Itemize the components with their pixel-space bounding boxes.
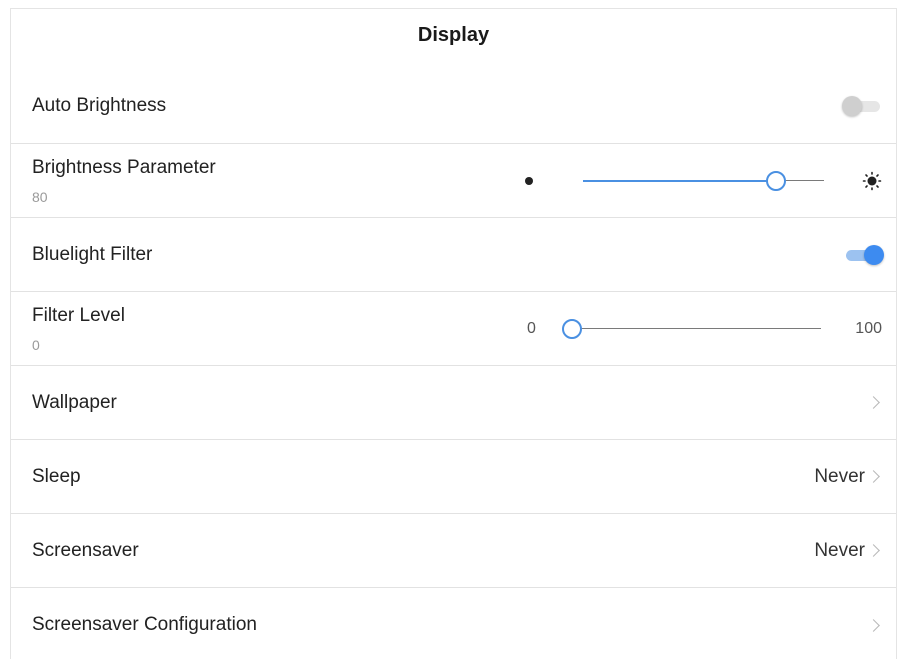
chevron-right-icon	[867, 470, 880, 483]
wallpaper-row[interactable]: Wallpaper	[11, 366, 896, 440]
filter-level-value: 0	[32, 336, 40, 353]
bluelight-filter-toggle[interactable]	[842, 244, 884, 265]
screensaver-configuration-right	[865, 618, 882, 632]
brightness-slider[interactable]	[582, 170, 824, 191]
bluelight-filter-row[interactable]: Bluelight Filter	[11, 218, 896, 292]
display-settings-panel: Display Auto Brightness Brightness Param…	[10, 8, 897, 659]
filter-level-slider-area: 0 100	[507, 292, 882, 365]
sleep-label: Sleep	[32, 465, 81, 487]
screensaver-row[interactable]: Screensaver Never	[11, 514, 896, 588]
sleep-value: Never	[814, 465, 865, 487]
filter-level-row: Filter Level 0 0 100	[11, 292, 896, 366]
chevron-right-icon	[867, 544, 880, 557]
toggle-knob[interactable]	[864, 244, 884, 265]
brightness-low-icon	[525, 176, 533, 185]
page-title: Display	[417, 23, 490, 46]
screensaver-right: Never	[814, 540, 882, 562]
toggle-knob[interactable]	[842, 96, 862, 116]
chevron-right-icon	[867, 396, 880, 409]
brightness-value: 80	[32, 188, 48, 205]
filter-level-slider[interactable]	[561, 318, 822, 339]
header: Display	[11, 9, 896, 69]
wallpaper-label: Wallpaper	[32, 391, 117, 413]
bluelight-filter-label: Bluelight Filter	[32, 243, 153, 265]
slider-thumb[interactable]	[765, 170, 786, 191]
auto-brightness-row[interactable]: Auto Brightness	[11, 69, 896, 144]
auto-brightness-label: Auto Brightness	[32, 95, 167, 116]
brightness-parameter-label: Brightness Parameter	[32, 156, 216, 178]
screensaver-label: Screensaver	[32, 539, 139, 561]
wallpaper-right	[865, 396, 882, 409]
slider-track	[571, 327, 822, 329]
screensaver-configuration-row[interactable]: Screensaver Configuration	[11, 588, 896, 662]
brightness-label-stack: Brightness Parameter 80	[32, 157, 216, 205]
screensaver-configuration-label: Screensaver Configuration	[32, 614, 257, 635]
sleep-right: Never	[814, 466, 882, 488]
chevron-right-icon	[867, 618, 880, 632]
screensaver-value: Never	[814, 539, 865, 561]
slider-fill	[582, 179, 776, 182]
filter-level-label-stack: Filter Level 0	[32, 305, 125, 353]
brightness-parameter-row: Brightness Parameter 80	[11, 144, 896, 218]
filter-min-label: 0	[527, 319, 536, 337]
sleep-row[interactable]: Sleep Never	[11, 440, 896, 514]
auto-brightness-toggle[interactable]	[842, 96, 882, 116]
filter-level-label: Filter Level	[32, 304, 125, 326]
slider-thumb[interactable]	[561, 318, 582, 339]
filter-max-label: 100	[855, 319, 882, 337]
brightness-high-icon	[862, 171, 882, 191]
brightness-slider-area	[507, 144, 882, 217]
